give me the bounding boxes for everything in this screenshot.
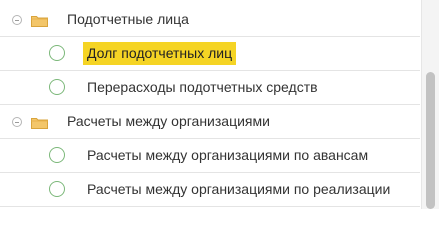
tree-item-label[interactable]: Долг подотчетных лиц	[83, 42, 237, 65]
tree-item-raschety-po-realizatsii[interactable]: Расчеты между организациями по реализаци…	[0, 173, 420, 207]
tree-item-label[interactable]: Расчеты между организациями по реализаци…	[83, 178, 394, 201]
collapse-toggle-icon[interactable]	[12, 117, 22, 127]
tree-item-label[interactable]: Перерасходы подотчетных средств	[83, 76, 322, 99]
tree-group-raschety-mezhdu-organizatsiyami[interactable]: Расчеты между организациями	[0, 105, 420, 139]
tree-group-podotchetnye-litsa[interactable]: Подотчетные лица	[0, 3, 420, 37]
folder-icon	[31, 15, 48, 27]
folder-icon	[31, 117, 48, 129]
scrollbar-thumb[interactable]	[426, 72, 435, 209]
radio-circle-icon[interactable]	[49, 147, 65, 163]
tree-item-dolg-podotchetnyh-lits[interactable]: Долг подотчетных лиц	[0, 37, 420, 71]
tree-item-pererashody-podotchetnyh-sredstv[interactable]: Перерасходы подотчетных средств	[0, 71, 420, 105]
tree-group-label: Подотчетные лица	[67, 11, 189, 27]
radio-circle-icon[interactable]	[49, 45, 65, 61]
radio-circle-icon[interactable]	[49, 79, 65, 95]
report-tree: Подотчетные лица Долг подотчетных лиц Пе…	[0, 0, 420, 209]
vertical-scrollbar[interactable]	[421, 0, 439, 209]
radio-circle-icon[interactable]	[49, 181, 65, 197]
tree-item-label[interactable]: Расчеты между организациями по авансам	[83, 144, 372, 167]
tree-item-raschety-po-avansam[interactable]: Расчеты между организациями по авансам	[0, 139, 420, 173]
collapse-toggle-icon[interactable]	[12, 15, 22, 25]
tree-group-label: Расчеты между организациями	[67, 113, 270, 129]
